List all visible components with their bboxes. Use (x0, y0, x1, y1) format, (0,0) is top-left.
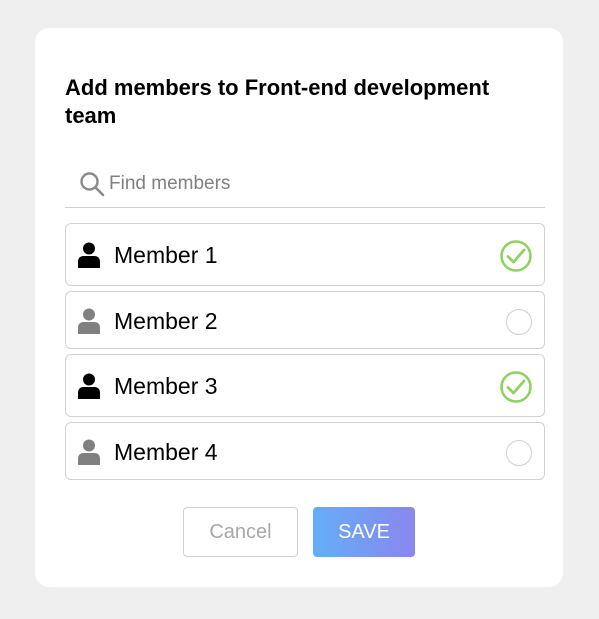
member-name: Member 4 (114, 439, 218, 465)
member-name: Member 1 (114, 242, 218, 268)
search-input[interactable] (109, 169, 529, 199)
person-icon (78, 373, 100, 399)
dialog-title: Add members to Front-end development tea… (65, 75, 490, 128)
member-name: Member 2 (114, 308, 218, 334)
search-icon (80, 172, 105, 197)
person-icon (78, 242, 100, 268)
check-circle-icon[interactable] (499, 239, 533, 273)
cancel-button[interactable]: Cancel (183, 507, 298, 557)
member-row-4[interactable]: Member 4 (65, 422, 545, 480)
check-circle-icon[interactable] (499, 370, 533, 404)
search-bar (65, 163, 545, 208)
member-row-1[interactable]: Member 1 (65, 223, 545, 286)
member-row-2[interactable]: Member 2 (65, 291, 545, 349)
save-button[interactable]: SAVE (313, 507, 415, 557)
add-members-dialog: Add members to Front-end development tea… (35, 28, 563, 587)
radio-circle-icon[interactable] (506, 440, 532, 466)
radio-circle-icon[interactable] (506, 309, 532, 335)
person-icon (78, 308, 100, 334)
person-icon (78, 439, 100, 465)
member-row-3[interactable]: Member 3 (65, 354, 545, 417)
member-name: Member 3 (114, 373, 218, 399)
